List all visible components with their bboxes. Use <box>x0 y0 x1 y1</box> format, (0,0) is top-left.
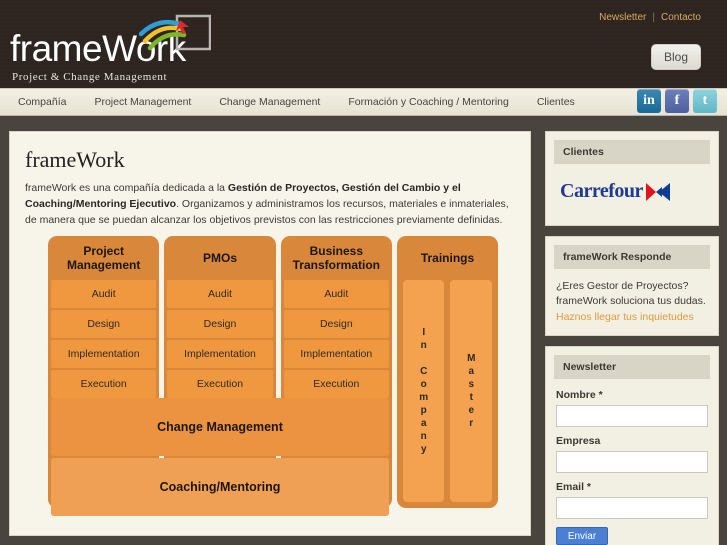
training-master-label: Master <box>467 353 476 429</box>
training-in-company-label: In Company <box>419 327 429 455</box>
twitter-icon[interactable]: t <box>693 89 717 113</box>
carrefour-logo[interactable]: Carrefour <box>556 174 708 213</box>
diagram-cell-audit[interactable]: Audit <box>167 280 273 308</box>
header-top-links: Newsletter | Contacto <box>599 12 701 23</box>
column-header: PMOs <box>164 236 275 280</box>
sidebar: Clientes Carrefour frameWork Responde ¿E… <box>545 131 719 545</box>
carrefour-mark-icon <box>645 182 670 201</box>
empresa-input[interactable] <box>556 451 708 473</box>
nav-item-change-management[interactable]: Change Management <box>205 89 334 115</box>
column-header: Project Management <box>48 236 159 280</box>
diagram-cell-execution[interactable]: Execution <box>51 370 157 398</box>
sidebar-box-newsletter: Newsletter Nombre * Empresa Email * Envi… <box>545 346 719 545</box>
diagram-cell-audit[interactable]: Audit <box>283 280 389 308</box>
intro-paragraph: frameWork es una compañía dedicada a la … <box>25 180 515 228</box>
trainings-inner: In Company Master <box>397 280 498 508</box>
newsletter-submit-button[interactable]: Enviar <box>556 527 608 545</box>
column-title-line1: Project <box>83 244 124 258</box>
diagram-cell-design[interactable]: Design <box>283 310 389 338</box>
trainings-header: Trainings <box>420 251 475 265</box>
logo-tagline: Project & Change Management <box>12 71 168 83</box>
nav-item-compania[interactable]: Compañía <box>0 89 80 115</box>
training-master[interactable]: Master <box>450 280 492 502</box>
main-content-panel: frameWork frameWork es una compañía dedi… <box>9 131 531 536</box>
services-diagram: Project Management Audit Design Implement… <box>48 236 498 516</box>
sidebar-box-responde: frameWork Responde ¿Eres Gestor de Proye… <box>545 236 719 336</box>
nombre-input[interactable] <box>556 405 708 427</box>
link-separator: | <box>652 12 655 23</box>
training-in-company[interactable]: In Company <box>402 280 445 502</box>
intro-text-start: frameWork es una compañía dedicada a la <box>25 182 228 194</box>
site-logo[interactable]: frameWork Project & Change Management <box>8 8 228 84</box>
responde-line1: ¿Eres Gestor de Proyectos? <box>556 280 689 292</box>
contacto-link[interactable]: Contacto <box>661 12 701 23</box>
diagram-cell-implementation[interactable]: Implementation <box>283 340 389 368</box>
clientes-heading: Clientes <box>554 140 710 164</box>
linkedin-icon[interactable]: in <box>637 89 661 113</box>
newsletter-heading: Newsletter <box>554 355 710 379</box>
diagram-cell-implementation[interactable]: Implementation <box>167 340 273 368</box>
newsletter-link[interactable]: Newsletter <box>599 12 646 23</box>
blog-button[interactable]: Blog <box>651 44 701 70</box>
site-header: frameWork Project & Change Management Ne… <box>0 0 727 88</box>
carrefour-wordmark: Carrefour <box>560 180 643 202</box>
diagram-cell-audit[interactable]: Audit <box>51 280 157 308</box>
logo-mark-icon <box>139 14 211 51</box>
column-title-line2: Management <box>66 258 141 272</box>
responde-heading: frameWork Responde <box>554 245 710 269</box>
nav-item-clientes[interactable]: Clientes <box>523 89 589 115</box>
main-navigation: Compañía Project Management Change Manag… <box>0 88 727 116</box>
empresa-label: Empresa <box>556 435 601 447</box>
diagram-cell-design[interactable]: Design <box>51 310 157 338</box>
diagram-column-trainings: Trainings In Company Master <box>396 236 498 508</box>
responde-line2: frameWork soluciona tus dudas. <box>556 295 706 307</box>
facebook-icon[interactable]: f <box>665 89 689 113</box>
diagram-band-coaching-mentoring[interactable]: Coaching/Mentoring <box>51 458 389 516</box>
diagram-cell-execution[interactable]: Execution <box>167 370 273 398</box>
diagram-cell-design[interactable]: Design <box>167 310 273 338</box>
email-input[interactable] <box>556 497 708 519</box>
column-header: Business Transformation <box>281 236 392 280</box>
responde-link[interactable]: Haznos llegar tus inquietudes <box>556 311 708 323</box>
column-title-line1: PMOs <box>202 251 237 265</box>
nav-item-formacion-coaching[interactable]: Formación y Coaching / Mentoring <box>334 89 523 115</box>
email-label: Email * <box>556 481 592 493</box>
social-links: in f t <box>637 89 717 113</box>
column-title-line1: Business <box>309 244 363 258</box>
diagram-band-change-management[interactable]: Change Management <box>51 398 389 456</box>
diagram-cell-implementation[interactable]: Implementation <box>51 340 157 368</box>
nombre-label: Nombre * <box>556 389 603 401</box>
column-title-line2: Transformation <box>292 258 380 272</box>
page-title: frameWork <box>25 147 125 172</box>
sidebar-box-clientes: Clientes Carrefour <box>545 131 719 226</box>
nav-item-project-management[interactable]: Project Management <box>80 89 205 115</box>
diagram-cell-execution[interactable]: Execution <box>283 370 389 398</box>
